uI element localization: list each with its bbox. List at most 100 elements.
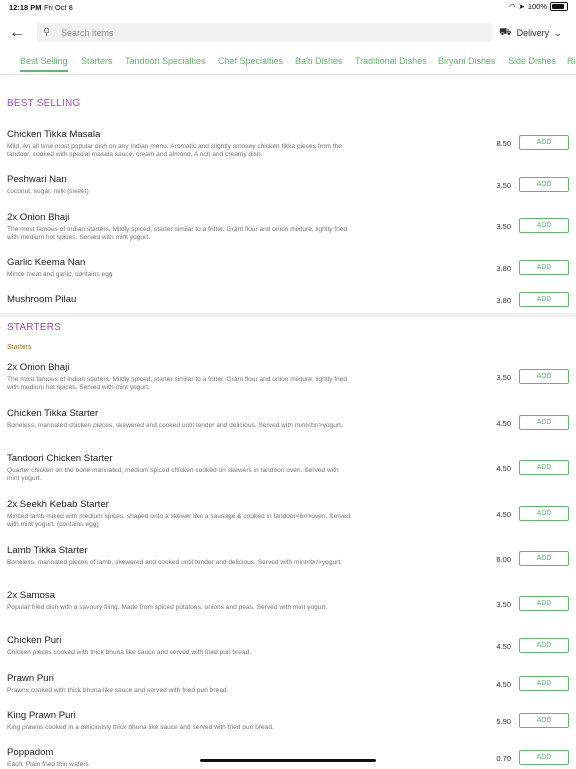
search-input[interactable] <box>59 26 483 39</box>
status-time: 12:18 PM <box>9 3 42 12</box>
wifi-icon: ◠ <box>508 2 516 11</box>
item-description: Minced lamb mixed with medium spices, sh… <box>7 513 351 528</box>
home-indicator <box>200 759 376 762</box>
add-button[interactable]: ADD <box>519 596 569 611</box>
menu-item: Lamb Tikka Starter Boneless, marinated p… <box>7 545 569 567</box>
menu-item: Chicken Puri Chicken pieces cooked with … <box>7 635 569 657</box>
add-button[interactable]: ADD <box>519 177 569 192</box>
item-price: 3.80 <box>496 264 511 273</box>
item-price: 3.50 <box>496 222 511 231</box>
tab-traditional-dishes[interactable]: Traditional Dishes <box>355 56 427 66</box>
item-description: Popular fried dish with a savoury filing… <box>7 604 328 611</box>
item-name: Chicken Puri <box>7 635 62 646</box>
item-price: 0.70 <box>496 754 511 763</box>
delivery-selector[interactable]: ⛟ Delivery ⌄ <box>499 24 562 42</box>
item-name: Mushroom Pilau <box>7 294 77 305</box>
item-price: 3.50 <box>496 600 511 609</box>
delivery-label: Delivery <box>516 28 550 38</box>
add-button[interactable]: ADD <box>519 292 569 307</box>
item-description: Chicken pieces cooked with thick bhuna l… <box>7 649 252 656</box>
item-price: 8.50 <box>496 139 511 148</box>
item-price: 3.50 <box>496 181 511 190</box>
menu-item: Chicken Tikka Masala Mild, An all time m… <box>7 129 569 159</box>
tab-starters[interactable]: Starters <box>81 56 113 66</box>
section-divider <box>0 313 576 317</box>
item-description: coconut, sugar, milk (sweet) <box>7 188 89 195</box>
tab-side-dishes[interactable]: Side Dishes <box>508 56 556 66</box>
add-button[interactable]: ADD <box>519 260 569 275</box>
item-description: The most famous of Indian starters. Mild… <box>7 376 348 391</box>
item-price: 4.50 <box>496 642 511 651</box>
item-description: Mince meat and garlic, contains egg <box>7 271 113 278</box>
menu-item: Peshwari Nan coconut, sugar, milk (sweet… <box>7 174 569 196</box>
header: ← ⚲ ⛟ Delivery ⌄ <box>0 20 576 46</box>
battery-icon <box>550 2 568 11</box>
status-bar: 12:18 PM Fri Oct 8 ◠ ➤ 100% <box>0 0 576 14</box>
item-description: The most famous of Indian starters. Mild… <box>7 226 348 241</box>
tab-tandoori-specialties[interactable]: Tandoori Specialties <box>125 56 206 66</box>
menu-item: 2x Onion Bhaji The most famous of Indian… <box>7 362 569 392</box>
item-description: Mild, An all time most popular dish on a… <box>7 143 342 158</box>
menu-item: Garlic Keema Nan Mince meat and garlic, … <box>7 257 569 279</box>
status-date: Fri Oct 8 <box>44 3 73 12</box>
status-indicators: ◠ ➤ 100% <box>509 2 568 11</box>
add-button[interactable]: ADD <box>519 713 569 728</box>
menu-item: Tandoori Chicken Starter Quarter chicken… <box>7 453 569 483</box>
add-button[interactable]: ADD <box>519 551 569 566</box>
add-button[interactable]: ADD <box>519 506 569 521</box>
item-price: 3.80 <box>496 296 511 305</box>
item-price: 4.50 <box>496 419 511 428</box>
item-description: Prawns cooked with thick bhuna like sauc… <box>7 687 229 694</box>
item-name: Lamb Tikka Starter <box>7 545 88 556</box>
menu-item: 2x Seekh Kebab Starter Minced lamb mixed… <box>7 499 569 529</box>
section-subtitle: Starters <box>7 344 32 351</box>
add-button[interactable]: ADD <box>519 638 569 653</box>
tab-biryani-dishes[interactable]: Biryani Dishes <box>438 56 496 66</box>
delivery-icon: ⛟ <box>499 26 512 38</box>
search-icon: ⚲ <box>43 27 51 38</box>
search-bar[interactable]: ⚲ <box>37 23 492 42</box>
item-name: Chicken Tikka Masala <box>7 129 101 140</box>
tab-balti-dishes[interactable]: Balti Dishes <box>295 56 343 66</box>
section-title-best-selling: BEST SELLING <box>7 98 81 109</box>
add-button[interactable]: ADD <box>519 750 569 765</box>
battery-percent: 100% <box>527 2 547 11</box>
add-button[interactable]: ADD <box>519 460 569 475</box>
item-price: 4.50 <box>496 680 511 689</box>
item-description: Boneless, marinated pieces of lamb, skew… <box>7 559 343 566</box>
add-button[interactable]: ADD <box>519 676 569 691</box>
section-title-starters: STARTERS <box>7 322 62 333</box>
add-button[interactable]: ADD <box>519 218 569 233</box>
item-description: Boneless, marinated chicken pieces, skew… <box>7 422 343 429</box>
item-name: King Prawn Puri <box>7 710 76 721</box>
item-name: Chicken Tikka Starter <box>7 408 99 419</box>
back-arrow-icon[interactable]: ← <box>8 24 26 42</box>
item-name: 2x Onion Bhaji <box>7 362 70 373</box>
item-name: Prawn Puri <box>7 673 54 684</box>
menu-item: Chicken Tikka Starter Boneless, marinate… <box>7 408 569 430</box>
menu-item: 2x Samosa Popular fried dish with a savo… <box>7 590 569 612</box>
item-price: 5.90 <box>496 717 511 726</box>
add-button[interactable]: ADD <box>519 369 569 384</box>
item-name: Tandoori Chicken Starter <box>7 453 113 464</box>
menu-item: 2x Onion Bhaji The most famous of Indian… <box>7 212 569 242</box>
item-description: Quarter chicken on the bone marinated, m… <box>7 467 339 482</box>
location-icon: ➤ <box>518 2 525 11</box>
chevron-down-icon: ⌄ <box>554 27 562 38</box>
item-name: Peshwari Nan <box>7 174 67 185</box>
item-description: King prawns cooked in a deliciously thic… <box>7 724 274 731</box>
item-name: Poppadom <box>7 747 54 758</box>
tab-chef-specialties[interactable]: Chef Specialties <box>218 56 283 66</box>
menu-item: Poppadom Each. Plain fried thin wafers 0… <box>7 747 569 769</box>
item-price: 4.50 <box>496 510 511 519</box>
add-button[interactable]: ADD <box>519 135 569 150</box>
tab-ri[interactable]: Ri <box>567 56 576 66</box>
category-tabs: Best Selling Starters Tandoori Specialti… <box>0 52 576 75</box>
item-name: Garlic Keema Nan <box>7 257 86 268</box>
item-price: 4.50 <box>496 464 511 473</box>
add-button[interactable]: ADD <box>519 415 569 430</box>
menu-item: King Prawn Puri King prawns cooked in a … <box>7 710 569 732</box>
item-name: 2x Samosa <box>7 590 55 601</box>
tab-best-selling[interactable]: Best Selling <box>20 56 68 72</box>
menu-item: Prawn Puri Prawns cooked with thick bhun… <box>7 673 569 695</box>
